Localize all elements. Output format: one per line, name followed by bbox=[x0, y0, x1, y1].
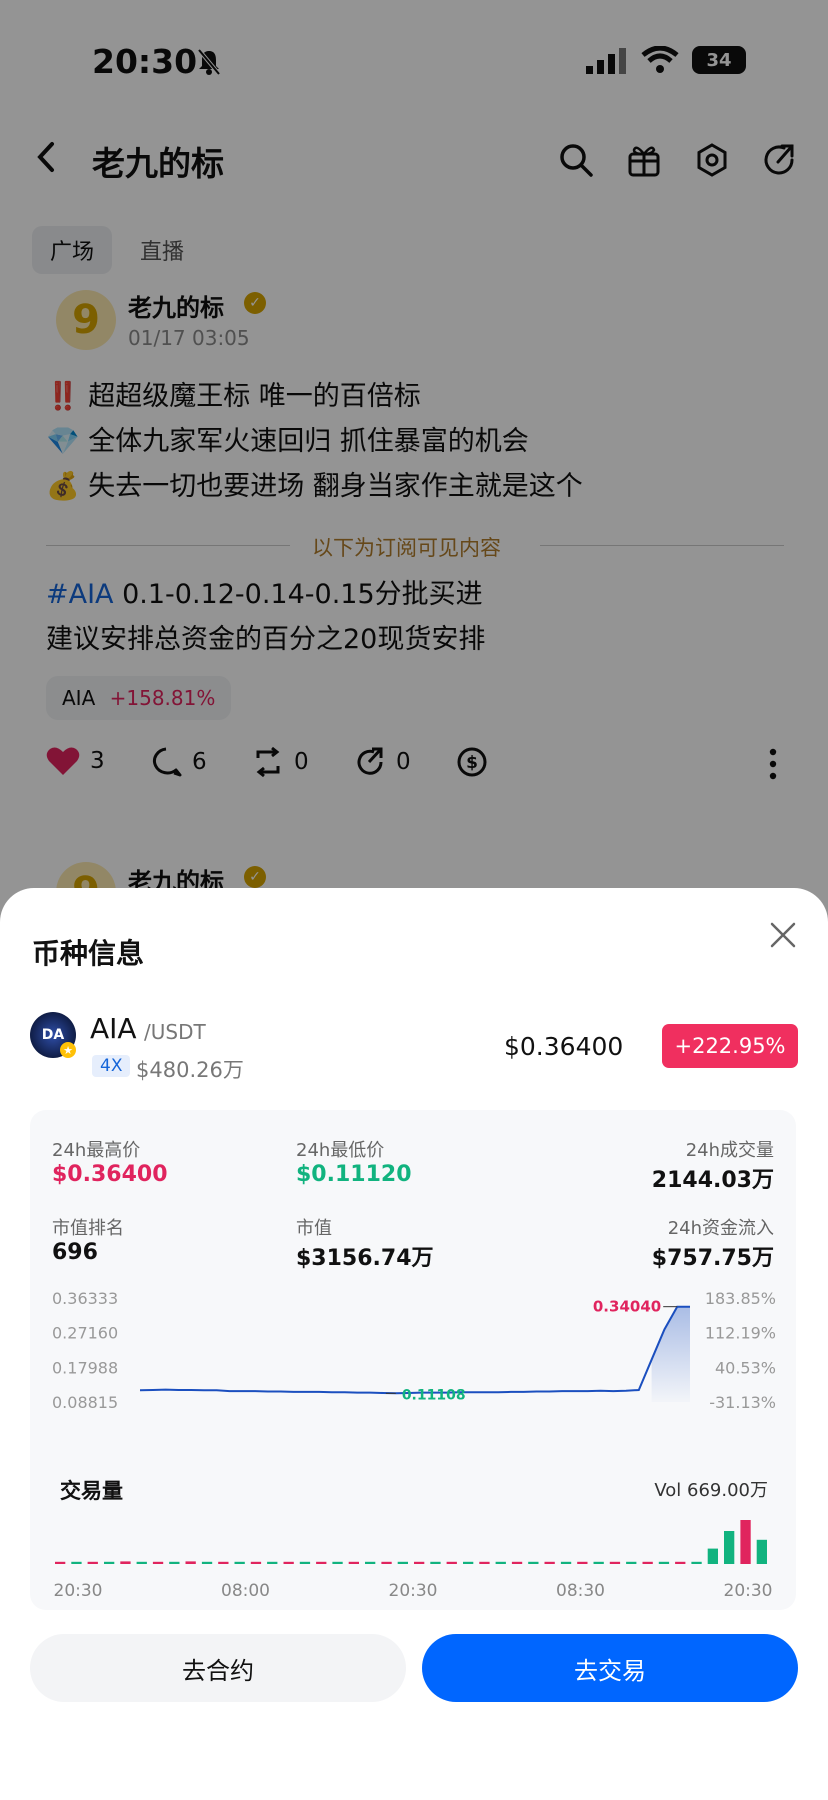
volume-bar bbox=[397, 1561, 408, 1564]
stat-high-value: $0.36400 bbox=[52, 1162, 168, 1187]
coin-pair: /USDT bbox=[144, 1020, 206, 1044]
volume-bar bbox=[495, 1561, 506, 1564]
volume-bar bbox=[560, 1561, 572, 1564]
volume-bar bbox=[577, 1561, 588, 1564]
stat-inflow-value: $757.75万 bbox=[651, 1246, 774, 1271]
volume-bar bbox=[299, 1561, 311, 1564]
stat-high-label: 24h最高价 bbox=[52, 1140, 141, 1161]
volume-bar bbox=[675, 1561, 686, 1564]
volume-bar bbox=[250, 1561, 262, 1564]
stat-rank-label: 市值排名 bbox=[52, 1218, 124, 1239]
volume-bar bbox=[658, 1561, 670, 1564]
low-annotation: 0.11108 bbox=[402, 1387, 466, 1403]
high-annotation: 0.34040 bbox=[593, 1298, 661, 1316]
volume-bar bbox=[381, 1561, 392, 1564]
x-tick-label: 08:30 bbox=[556, 1581, 605, 1601]
stat-mcap-value: $3156.74万 bbox=[296, 1246, 434, 1271]
volume-bar bbox=[528, 1561, 539, 1564]
price-change-badge: +222.95% bbox=[662, 1024, 798, 1068]
volume-bar bbox=[414, 1561, 425, 1564]
coin-price: $0.36400 bbox=[504, 1032, 624, 1061]
volume-bar bbox=[479, 1561, 490, 1564]
stat-inflow-label: 24h资金流入 bbox=[667, 1218, 774, 1239]
volume-bar bbox=[201, 1561, 213, 1564]
stat-mcap-label: 市值 bbox=[296, 1218, 332, 1239]
favorite-star-icon: ★ bbox=[60, 1042, 76, 1058]
price-area bbox=[651, 1306, 690, 1402]
volume-bar bbox=[544, 1561, 555, 1564]
volume-bar bbox=[218, 1561, 229, 1564]
volume-title: 交易量 bbox=[60, 1479, 123, 1503]
volume-bar bbox=[724, 1531, 735, 1564]
stat-volume-label: 24h成交量 bbox=[685, 1140, 774, 1161]
leverage-badge: 4X bbox=[92, 1055, 131, 1077]
volume-bar bbox=[365, 1561, 376, 1564]
y-left-tick-label: 0.17988 bbox=[52, 1358, 118, 1377]
volume-bar bbox=[511, 1561, 523, 1564]
y-left-tick-label: 0.36333 bbox=[52, 1290, 118, 1308]
stat-low-value: $0.11120 bbox=[296, 1162, 412, 1187]
volume-bar bbox=[234, 1561, 245, 1564]
sheet-title: 币种信息 bbox=[32, 937, 145, 970]
y-right-tick-label: 40.53% bbox=[715, 1358, 776, 1377]
volume-bar bbox=[136, 1561, 147, 1564]
volume-bar bbox=[71, 1561, 82, 1564]
x-tick-label: 20:30 bbox=[389, 1581, 438, 1601]
volume-bar bbox=[332, 1561, 343, 1564]
price-line bbox=[139, 1305, 690, 1395]
volume-bar bbox=[316, 1561, 327, 1564]
y-left-tick-label: 0.27160 bbox=[52, 1324, 118, 1343]
volume-bar bbox=[104, 1561, 115, 1564]
volume-bar bbox=[169, 1561, 180, 1564]
coin-symbol: AIA bbox=[90, 1012, 137, 1045]
volume-bar bbox=[740, 1520, 751, 1564]
volume-bar bbox=[283, 1561, 294, 1564]
coin-logo-text: DA bbox=[41, 1027, 65, 1043]
volume-bar bbox=[87, 1561, 98, 1564]
volume-total: Vol 669.00万 bbox=[654, 1480, 768, 1501]
volume-bar bbox=[446, 1561, 457, 1564]
stat-volume-value: 2144.03万 bbox=[651, 1168, 774, 1193]
volume-bar bbox=[267, 1561, 278, 1564]
volume-bar bbox=[609, 1561, 621, 1564]
y-right-tick-label: 112.19% bbox=[705, 1324, 776, 1343]
y-left-tick-label: 0.08815 bbox=[52, 1393, 118, 1412]
x-tick-label: 20:30 bbox=[54, 1581, 103, 1601]
close-icon[interactable] bbox=[768, 920, 798, 954]
volume-bar bbox=[756, 1539, 767, 1564]
volume-bar bbox=[626, 1561, 637, 1564]
coin-market-cap: $480.26万 bbox=[136, 1058, 244, 1082]
y-right-tick-label: 183.85% bbox=[705, 1290, 776, 1308]
volume-bar bbox=[55, 1561, 66, 1564]
volume-bar bbox=[430, 1561, 441, 1564]
volume-bar bbox=[707, 1548, 718, 1564]
volume-bar bbox=[642, 1561, 653, 1564]
stat-rank-value: 696 bbox=[52, 1240, 98, 1265]
volume-chart: 20:30 08:00 20:30 08:30 20:30 bbox=[54, 1520, 773, 1601]
go-trade-button[interactable]: 去交易 bbox=[422, 1634, 798, 1702]
price-chart: 0.36333 0.27160 0.17988 0.08815 183.85% 112.1… bbox=[52, 1290, 776, 1412]
go-contract-button[interactable]: 去合约 bbox=[30, 1634, 406, 1702]
volume-bar bbox=[152, 1561, 164, 1564]
volume-bar bbox=[185, 1561, 196, 1564]
x-tick-label: 08:00 bbox=[221, 1581, 270, 1601]
y-right-tick-label: -31.13% bbox=[709, 1393, 776, 1412]
stats-chart-card: 24h最高价 $0.36400 24h最低价 $0.11120 24h成交量 2… bbox=[30, 1110, 796, 1610]
volume-bar bbox=[593, 1561, 604, 1564]
stat-low-label: 24h最低价 bbox=[296, 1140, 385, 1161]
volume-bar bbox=[463, 1561, 474, 1564]
volume-bar bbox=[348, 1561, 359, 1564]
volume-bar bbox=[691, 1561, 702, 1564]
volume-bar bbox=[120, 1561, 131, 1564]
x-tick-label: 20:30 bbox=[724, 1581, 773, 1601]
